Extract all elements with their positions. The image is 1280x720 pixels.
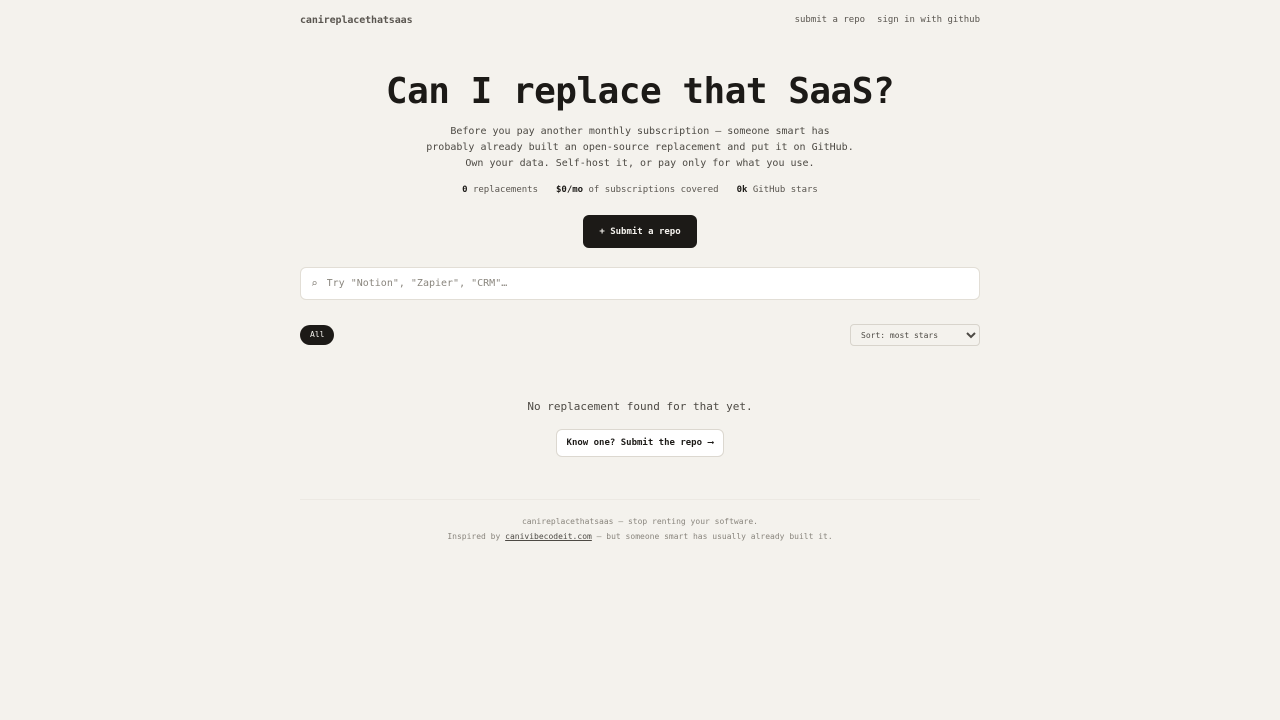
stat-replacements-value: 0 [462,185,468,195]
submit-repo-link[interactable]: submit a repo [795,15,865,25]
top-bar: canireplacethatsaas submit a repo sign i… [300,0,980,40]
stat-covered: $0/mo of subscriptions covered [556,185,719,195]
stat-replacements-label: replacements [472,185,538,195]
hero: Can I replace that SaaS? Before you pay … [300,70,980,248]
submit-repo-button[interactable]: + Submit a repo [583,215,697,248]
search-icon: ⌕ [311,277,318,290]
stat-stars-label: GitHub stars [752,185,818,195]
page: canireplacethatsaas submit a repo sign i… [300,0,980,544]
footer-inspired-suffix: — but someone smart has usually already … [596,532,833,541]
hero-subtitle: Before you pay another monthly subscript… [420,124,860,172]
footer-inspired-prefix: Inspired by [447,532,501,541]
subtitle-line: probably already built an open-source re… [426,142,854,153]
top-nav: submit a repo sign in with github [795,15,980,25]
subtitle-line: Before you pay another monthly subscript… [450,126,830,137]
footer: canireplacethatsaas — stop renting your … [300,499,980,544]
subtitle-line: Own your data. Self-host it, or pay only… [465,158,815,169]
stat-stars-value: 0k [736,185,748,195]
submit-the-repo-label: Know one? Submit the repo [566,438,703,448]
sign-in-github-link[interactable]: sign in with github [877,15,980,25]
category-chip-all[interactable]: All [300,325,335,345]
stat-replacements: 0 replacements [462,185,538,195]
sort-select[interactable]: Sort: most stars [850,324,980,346]
stat-covered-value: $0/mo [556,185,584,195]
search-bar[interactable]: ⌕ [300,267,980,300]
stat-stars: 0k GitHub stars [737,185,818,195]
filter-row: All Sort: most stars [300,324,980,346]
footer-inspired: Inspired by canivibecodeit.com — but som… [300,529,980,544]
submit-the-repo-button[interactable]: Know one? Submit the repo ⟶ [555,429,725,457]
page-title: Can I replace that SaaS? [385,71,895,112]
stat-covered-label: of subscriptions covered [588,185,719,195]
search-input[interactable] [324,277,929,290]
empty-message: No replacement found for that yet. [527,400,753,413]
footer-tagline: canireplacethatsaas — stop renting your … [521,517,758,526]
canivibecodeit-link[interactable]: canivibecodeit.com [505,532,592,541]
arrow-right-icon: ⟶ [708,438,714,448]
site-logo[interactable]: canireplacethatsaas [300,15,413,26]
stats-row: 0 replacements $0/mo of subscriptions co… [300,185,980,195]
empty-state: No replacement found for that yet. Know … [300,400,980,457]
